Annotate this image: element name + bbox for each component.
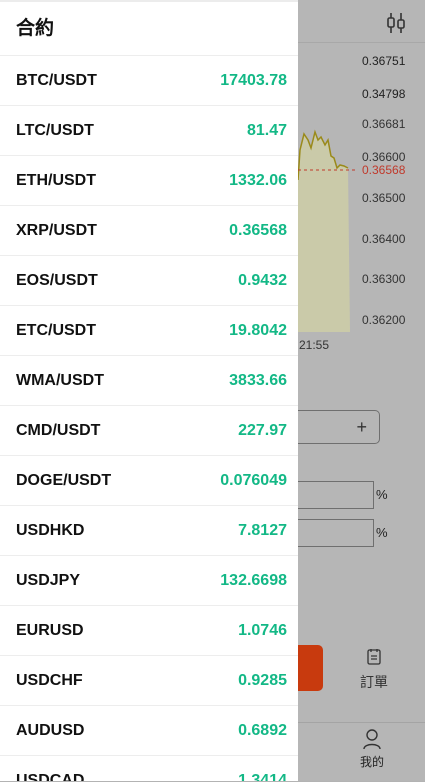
axis-label: 0.36500 bbox=[362, 191, 406, 205]
contract-symbol: USDHKD bbox=[16, 521, 85, 539]
contract-row[interactable]: USDCHF 0.9285 bbox=[0, 656, 298, 706]
orders-label: 訂單 bbox=[360, 674, 388, 690]
contract-symbol: BTC/USDT bbox=[16, 71, 97, 89]
contract-row[interactable]: AUDUSD 0.6892 bbox=[0, 706, 298, 756]
contract-row[interactable]: DOGE/USDT 0.076049 bbox=[0, 456, 298, 506]
contract-symbol: ETC/USDT bbox=[16, 321, 96, 339]
plus-button[interactable]: + bbox=[356, 417, 367, 438]
contract-symbol: WMA/USDT bbox=[16, 371, 104, 389]
contract-price: 1.3414 bbox=[238, 771, 287, 782]
contract-price: 0.076049 bbox=[220, 471, 287, 489]
contract-row[interactable]: ETH/USDT 1332.06 bbox=[0, 156, 298, 206]
contract-price: 227.97 bbox=[238, 421, 287, 439]
contract-price: 7.8127 bbox=[238, 521, 287, 539]
contract-price: 1.0746 bbox=[238, 621, 287, 639]
contract-symbol: XRP/USDT bbox=[16, 221, 97, 239]
contract-price: 19.8042 bbox=[229, 321, 287, 339]
contract-price: 0.9432 bbox=[238, 271, 287, 289]
contract-price: 0.9285 bbox=[238, 671, 287, 689]
user-icon bbox=[363, 729, 381, 750]
take-profit-input[interactable] bbox=[298, 519, 374, 547]
percent-sign: % bbox=[376, 487, 388, 502]
submit-order-button[interactable] bbox=[298, 645, 323, 691]
percent-sign: % bbox=[376, 525, 388, 540]
contract-price: 3833.66 bbox=[229, 371, 287, 389]
contract-row[interactable]: BTC/USDT 17403.78 bbox=[0, 56, 298, 106]
me-label: 我的 bbox=[359, 755, 384, 769]
contract-row[interactable]: ETC/USDT 19.8042 bbox=[0, 306, 298, 356]
contract-symbol: AUDUSD bbox=[16, 721, 85, 739]
contract-symbol: USDCHF bbox=[16, 671, 83, 689]
contracts-drawer: 合約 BTC/USDT 17403.78 LTC/USDT 81.47 ETH/USDT… bbox=[0, 0, 298, 781]
stop-loss-input[interactable] bbox=[298, 481, 374, 509]
contract-price: 81.47 bbox=[246, 121, 287, 139]
contract-symbol: EURUSD bbox=[16, 621, 84, 639]
contract-symbol: EOS/USDT bbox=[16, 271, 98, 289]
contract-row[interactable]: USDHKD 7.8127 bbox=[0, 506, 298, 556]
axis-label: 0.36200 bbox=[362, 313, 406, 327]
high-price: 0.36751 bbox=[362, 54, 406, 68]
contract-price: 1332.06 bbox=[229, 171, 287, 189]
quantity-stepper[interactable]: + bbox=[298, 410, 380, 444]
me-tab[interactable]: 我的 bbox=[356, 728, 388, 770]
orders-icon bbox=[367, 649, 381, 665]
contract-symbol: LTC/USDT bbox=[16, 121, 94, 139]
axis-label: 0.36681 bbox=[362, 117, 406, 131]
contract-price: 132.6698 bbox=[220, 571, 287, 589]
contract-row[interactable]: WMA/USDT 3833.66 bbox=[0, 356, 298, 406]
contract-row[interactable]: XRP/USDT 0.36568 bbox=[0, 206, 298, 256]
price-chart bbox=[298, 129, 358, 332]
contract-symbol: ETH/USDT bbox=[16, 171, 96, 189]
contract-symbol: DOGE/USDT bbox=[16, 471, 112, 489]
time-label: 21:55 bbox=[299, 338, 330, 352]
contract-row[interactable]: CMD/USDT 227.97 bbox=[0, 406, 298, 456]
orders-tab[interactable]: 訂單 bbox=[352, 648, 396, 692]
contract-row[interactable]: USDJPY 132.6698 bbox=[0, 556, 298, 606]
contract-list: BTC/USDT 17403.78 LTC/USDT 81.47 ETH/USDT 133… bbox=[0, 56, 298, 781]
current-price-label: 0.36568 bbox=[362, 163, 406, 177]
axis-label: 0.36600 bbox=[362, 150, 406, 164]
contract-symbol: USDJPY bbox=[16, 571, 81, 589]
axis-label: 0.36400 bbox=[362, 232, 406, 246]
axis-label: 0.36300 bbox=[362, 272, 406, 286]
contract-price: 17403.78 bbox=[220, 71, 287, 89]
contract-row[interactable]: EOS/USDT 0.9432 bbox=[0, 256, 298, 306]
low-price: 0.34798 bbox=[362, 87, 406, 101]
contract-price: 0.36568 bbox=[229, 221, 287, 239]
contract-symbol: CMD/USDT bbox=[16, 421, 101, 439]
contract-price: 0.6892 bbox=[238, 721, 287, 739]
candlestick-icon[interactable] bbox=[385, 12, 407, 34]
contract-row[interactable]: USDCAD 1.3414 bbox=[0, 756, 298, 782]
contract-row[interactable]: EURUSD 1.0746 bbox=[0, 606, 298, 656]
drawer-title: 合約 bbox=[0, 2, 298, 56]
contract-symbol: USDCAD bbox=[16, 771, 85, 782]
contract-row[interactable]: LTC/USDT 81.47 bbox=[0, 106, 298, 156]
